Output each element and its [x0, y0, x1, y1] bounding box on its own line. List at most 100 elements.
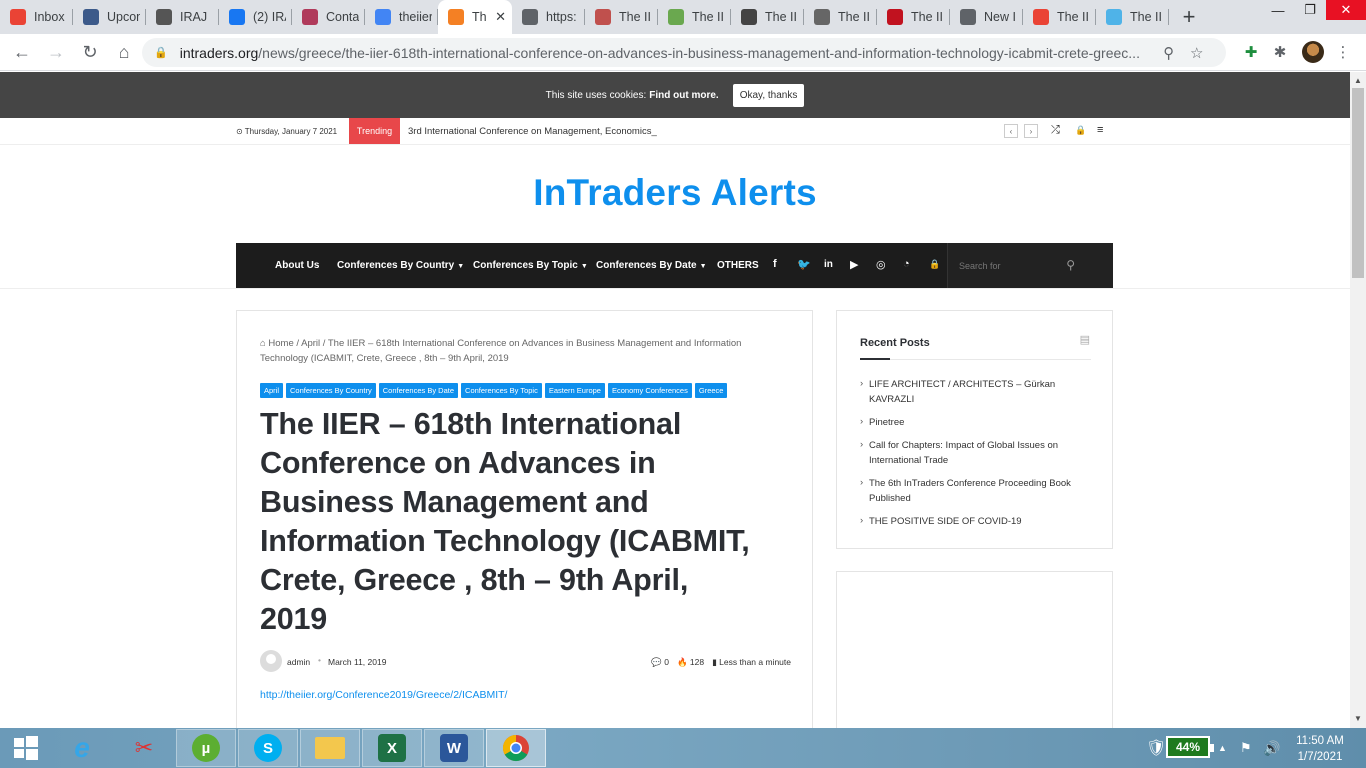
- lock-icon[interactable]: 🔒: [1075, 125, 1086, 136]
- extension-plus-icon[interactable]: ✚: [1240, 41, 1262, 63]
- skype-icon[interactable]: S: [238, 729, 298, 767]
- google-icon: [375, 9, 391, 25]
- start-button[interactable]: [0, 729, 52, 767]
- browser-tab[interactable]: New I: [950, 0, 1023, 34]
- comments-count[interactable]: 💬 0: [651, 657, 669, 668]
- security-shield-icon[interactable]: 🛡: [1146, 728, 1166, 768]
- facebook-icon[interactable]: f: [773, 258, 777, 270]
- cookie-accept-button[interactable]: Okay, thanks: [732, 83, 805, 107]
- extensions-puzzle-icon[interactable]: ✱: [1269, 41, 1291, 63]
- battery-indicator[interactable]: 44%: [1166, 736, 1214, 758]
- recent-post-link[interactable]: The 6th InTraders Conference Proceeding …: [860, 475, 1090, 506]
- chrome-menu-icon[interactable]: ⋮: [1332, 41, 1354, 63]
- forward-icon[interactable]: →: [40, 36, 72, 68]
- snipping-tool-icon[interactable]: ✂: [114, 729, 174, 767]
- lock-icon[interactable]: 🔒: [929, 259, 940, 270]
- scroll-up-icon[interactable]: ▲: [1354, 76, 1362, 85]
- close-window-icon[interactable]: ✕: [1326, 0, 1366, 20]
- browser-tab[interactable]: Inbox: [0, 0, 73, 34]
- linkedin-icon[interactable]: in: [824, 259, 833, 270]
- rss-icon[interactable]: ◔: [903, 258, 910, 270]
- trending-next-icon[interactable]: ›: [1024, 124, 1038, 138]
- profile-avatar[interactable]: [1302, 41, 1324, 63]
- home-icon[interactable]: ⌂: [108, 36, 140, 68]
- breadcrumb: ⌂ Home / April / The IIER – 618th Intern…: [260, 338, 742, 364]
- shuffle-icon[interactable]: ⤮: [1051, 124, 1060, 137]
- search-placeholder[interactable]: Search for: [959, 261, 1001, 271]
- gear-icon: [595, 9, 611, 25]
- browser-tab[interactable]: (2) IRA: [219, 0, 292, 34]
- url-text[interactable]: intraders.org/news/greece/the-iier-618th…: [180, 45, 1155, 61]
- address-bar[interactable]: 🔒 intraders.org/news/greece/the-iier-618…: [142, 38, 1226, 67]
- tab-close-icon[interactable]: ✕: [495, 9, 506, 25]
- network-icon[interactable]: ⚑: [1240, 728, 1252, 768]
- site-logo[interactable]: InTraders Alerts: [0, 172, 1350, 214]
- category-badge[interactable]: Greece: [694, 383, 728, 398]
- search-icon[interactable]: ⚲: [1066, 258, 1075, 272]
- category-badge[interactable]: Conferences By Topic: [461, 383, 542, 398]
- page-scrollbar[interactable]: ▲ ▼: [1350, 72, 1366, 728]
- twitter-icon[interactable]: 🐦: [797, 258, 811, 271]
- nav-conferences-by-country[interactable]: Conferences By Country ▼: [337, 260, 464, 271]
- scroll-thumb[interactable]: [1352, 88, 1364, 278]
- nav-conferences-by-topic[interactable]: Conferences By Topic ▼: [473, 260, 588, 271]
- menu-icon[interactable]: ≡: [1097, 124, 1103, 136]
- browser-tab[interactable]: Upcom: [73, 0, 146, 34]
- recent-post-link[interactable]: Call for Chapters: Impact of Global Issu…: [860, 437, 1090, 468]
- system-clock[interactable]: 11:50 AM 1/7/2021: [1288, 733, 1352, 765]
- reload-icon[interactable]: ↻: [74, 36, 106, 68]
- post-external-link[interactable]: http://theiier.org/Conference2019/Greece…: [260, 689, 507, 701]
- nav-about-us[interactable]: About Us: [275, 260, 319, 271]
- browser-tab[interactable]: The IIE: [1096, 0, 1169, 34]
- browser-tab[interactable]: Conta: [292, 0, 365, 34]
- internet-explorer-icon[interactable]: e: [52, 729, 112, 767]
- author-avatar[interactable]: [260, 650, 282, 672]
- nav-others[interactable]: OTHERS: [717, 260, 759, 271]
- excel-icon[interactable]: X: [362, 729, 422, 767]
- search-icon[interactable]: ⚲: [1155, 44, 1183, 62]
- browser-tab[interactable]: The IIE: [731, 0, 804, 34]
- browser-tab[interactable]: The IIE: [877, 0, 950, 34]
- cookie-find-out-more-link[interactable]: Find out more.: [649, 90, 718, 101]
- browser-tab[interactable]: https:: [512, 0, 585, 34]
- nav-divider: [0, 288, 1350, 289]
- bookmark-icon: ▮: [712, 657, 717, 667]
- category-badge[interactable]: Conferences By Date: [378, 383, 459, 398]
- trending-headline[interactable]: 3rd International Conference on Manageme…: [408, 126, 657, 137]
- file-explorer-icon[interactable]: [300, 729, 360, 767]
- browser-tab[interactable]: The IIE: [1023, 0, 1096, 34]
- category-badge[interactable]: Economy Conferences: [607, 383, 692, 398]
- utorrent-icon[interactable]: µ: [176, 729, 236, 767]
- windows-taskbar: e ✂ µ S X W 🛡 44% ▲ ⚑ 🔊 11:50 AM 1/7/202…: [0, 728, 1366, 768]
- recent-post-link[interactable]: THE POSITIVE SIDE OF COVID-19: [860, 513, 1090, 529]
- recent-post-link[interactable]: LIFE ARCHITECT / ARCHITECTS – Gürkan KAV…: [860, 376, 1090, 407]
- nav-search[interactable]: Search for ⚲: [947, 243, 1113, 288]
- instagram-icon[interactable]: ◎: [876, 258, 886, 271]
- new-tab-icon[interactable]: +: [1169, 0, 1209, 34]
- show-hidden-icons[interactable]: ▲: [1218, 728, 1227, 768]
- browser-tab[interactable]: The IIE: [658, 0, 731, 34]
- minimize-icon[interactable]: —: [1262, 0, 1294, 20]
- nav-conferences-by-date[interactable]: Conferences By Date ▼: [596, 260, 707, 271]
- arrow-icon: [1106, 9, 1122, 25]
- browser-tab[interactable]: The IIE: [585, 0, 658, 34]
- browser-tab[interactable]: theiier: [365, 0, 438, 34]
- word-icon[interactable]: W: [424, 729, 484, 767]
- youtube-icon[interactable]: ▶: [850, 258, 858, 271]
- recent-post-link[interactable]: Pinetree: [860, 414, 1090, 430]
- scroll-down-icon[interactable]: ▼: [1354, 714, 1362, 723]
- volume-icon[interactable]: 🔊: [1263, 728, 1280, 768]
- restore-icon[interactable]: ❐: [1294, 0, 1326, 20]
- browser-tab[interactable]: IRAJ: [146, 0, 219, 34]
- browser-tab[interactable]: The IIE: [804, 0, 877, 34]
- back-icon[interactable]: ←: [6, 36, 38, 68]
- category-badge[interactable]: Eastern Europe: [544, 383, 605, 398]
- author-name[interactable]: admin: [287, 657, 310, 667]
- browser-tab[interactable]: Th ✕: [438, 0, 512, 34]
- bookmark-star-icon[interactable]: ☆: [1183, 44, 1211, 62]
- chrome-icon[interactable]: [486, 729, 546, 767]
- trending-prev-icon[interactable]: ‹: [1004, 124, 1018, 138]
- lock-icon[interactable]: 🔒: [154, 46, 168, 59]
- category-badge[interactable]: Conferences By Country: [286, 383, 376, 398]
- category-badge[interactable]: April: [260, 383, 284, 398]
